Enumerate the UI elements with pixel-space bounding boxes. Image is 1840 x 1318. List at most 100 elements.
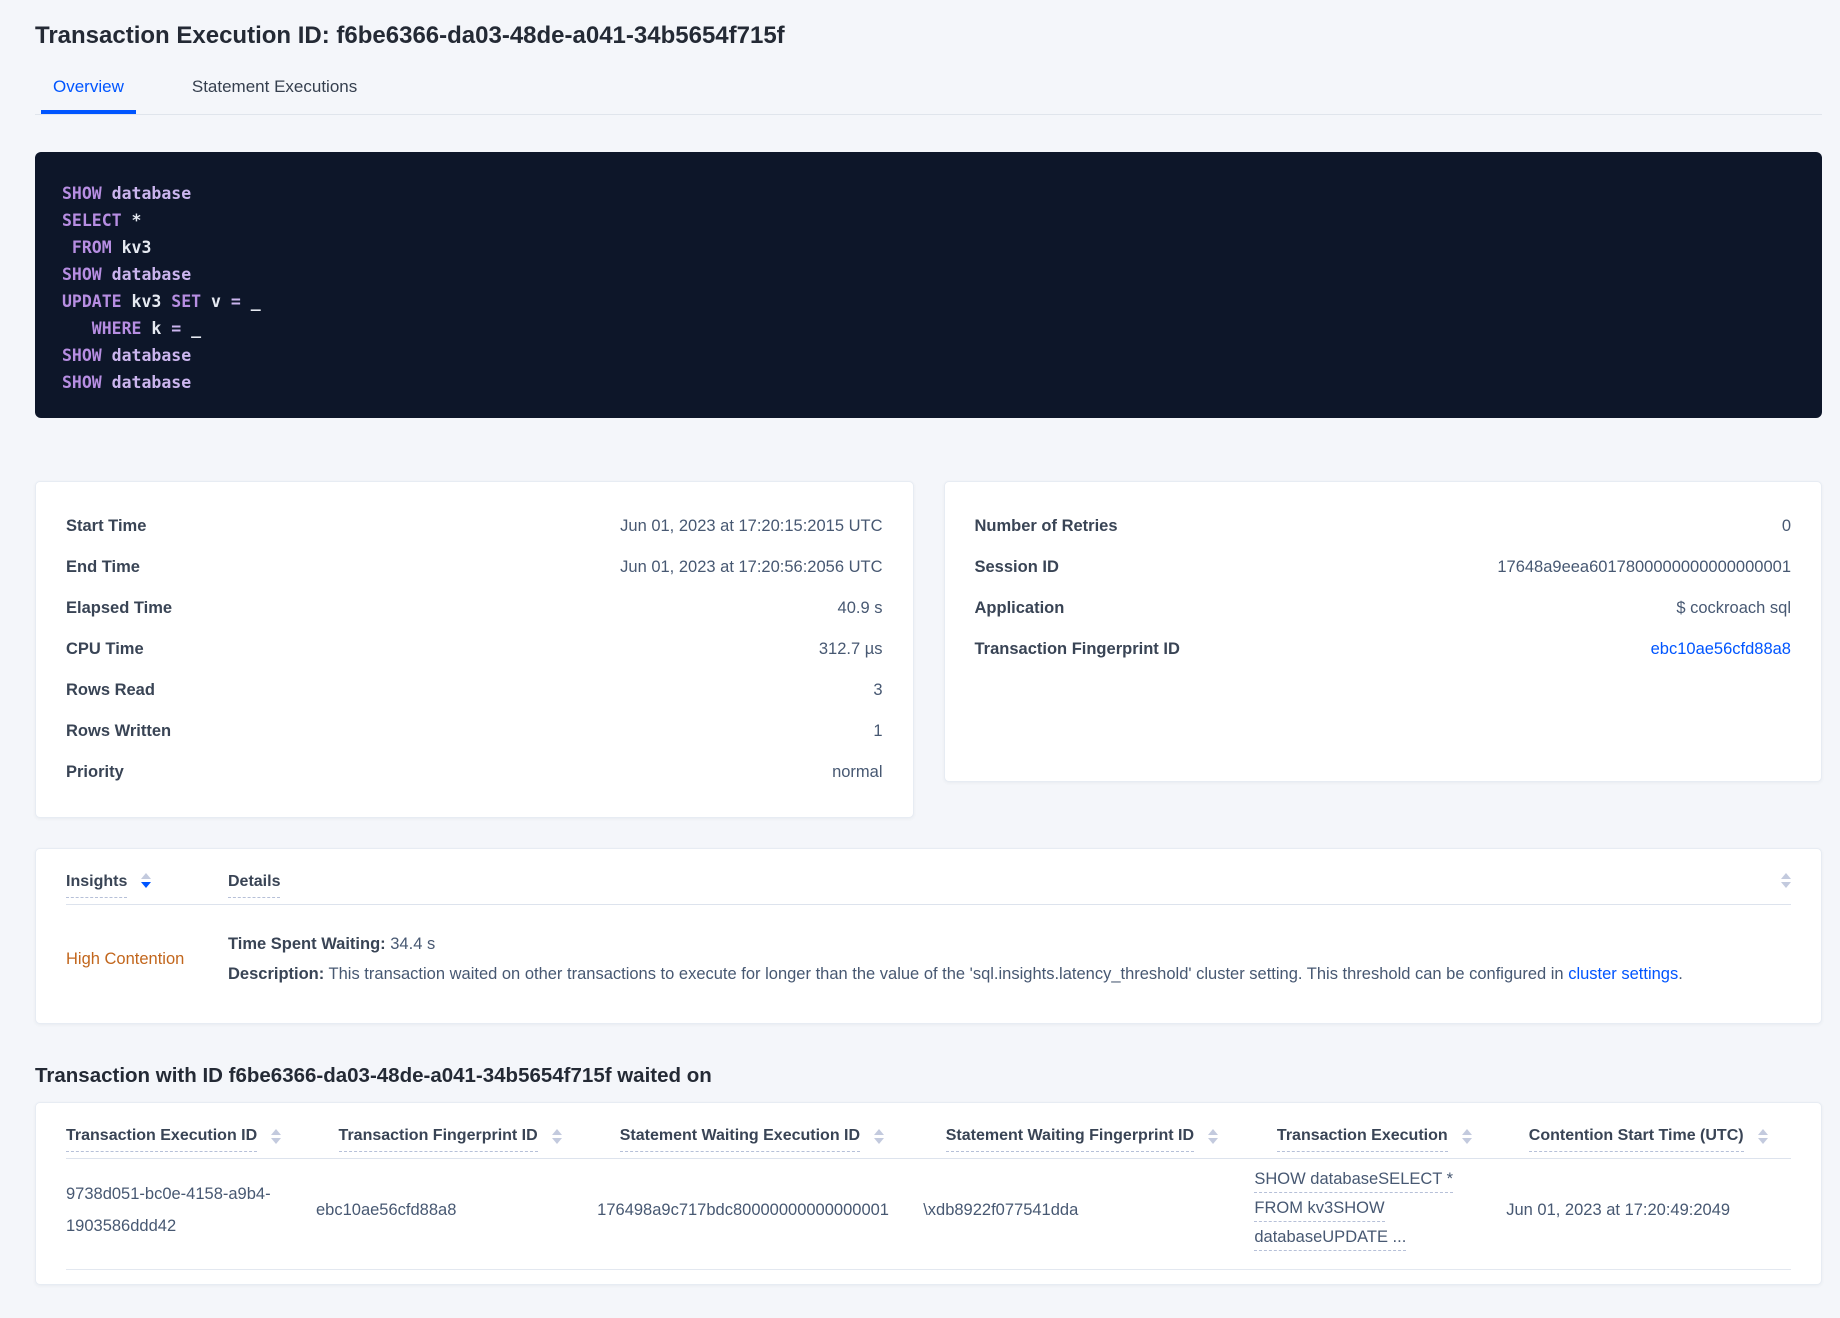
column-header-statement-waiting-execution-id: Statement Waiting Execution ID: [619, 1127, 946, 1152]
sort-arrows-icon[interactable]: [1757, 1129, 1768, 1144]
column-header-transaction-execution-id: Transaction Execution ID: [66, 1127, 339, 1152]
sort-arrows-icon[interactable]: [271, 1129, 282, 1144]
transaction-execution-preview-line[interactable]: SHOW databaseSELECT *: [1254, 1169, 1454, 1193]
sql-keyword: SET: [161, 292, 202, 311]
row-label: Rows Written: [66, 722, 172, 740]
column-header-label[interactable]: Details: [228, 873, 281, 898]
transaction-execution-page: Transaction Execution ID: f6be6366-da03-…: [0, 0, 1840, 1285]
sql-keyword: SELECT: [62, 211, 122, 230]
description-period: .: [1678, 965, 1683, 983]
summary-row: Start Time Jun 01, 2023 at 17:20:15:2015 …: [66, 506, 883, 547]
sql-keyword: UPDATE: [62, 292, 122, 311]
row-value: 312.7 µs: [818, 640, 883, 658]
sql-operator: =: [161, 319, 182, 338]
column-header-label[interactable]: Insights: [66, 873, 128, 898]
tab-statement-executions[interactable]: Statement Executions: [180, 77, 369, 114]
summary-cards-row: Start Time Jun 01, 2023 at 17:20:15:2015 …: [35, 481, 1822, 818]
cell-transaction-fingerprint-id: ebc10ae56cfd88a8: [316, 1201, 457, 1219]
column-header-details: Details: [228, 873, 1791, 898]
divider: [66, 1269, 1791, 1270]
row-label: Start Time: [66, 517, 147, 535]
sql-line: SHOW database: [62, 369, 1794, 396]
column-header-label[interactable]: Transaction Fingerprint ID: [338, 1127, 538, 1152]
sql-line: WHERE k = _: [62, 315, 1794, 342]
table-row: 9738d051-bc0e-4158-a9b4-1903586ddd42 ebc…: [66, 1169, 1791, 1251]
column-header-label[interactable]: Statement Waiting Execution ID: [619, 1127, 861, 1152]
column-header-label[interactable]: Transaction Execution ID: [66, 1127, 258, 1152]
sql-keyword: WHERE: [62, 319, 142, 338]
cell-transaction-execution-id: 9738d051-bc0e-4158-a9b4-1903586ddd42: [66, 1185, 271, 1235]
column-header-label[interactable]: Statement Waiting Fingerprint ID: [945, 1127, 1195, 1152]
sql-keyword-secondary: database: [101, 346, 192, 365]
sql-line: SELECT *: [62, 207, 1794, 234]
cell-statement-waiting-fingerprint-id: \xdb8922f077541dda: [923, 1201, 1079, 1219]
row-value: 3: [873, 681, 883, 699]
sql-operator: =: [220, 292, 241, 311]
time-spent-waiting: Time Spent Waiting: 34.4 s: [228, 929, 1791, 959]
summary-row: Transaction Fingerprint ID ebc10ae56cfd88…: [975, 629, 1792, 670]
sort-arrows-icon[interactable]: [1208, 1129, 1219, 1144]
column-header-label[interactable]: Transaction Execution: [1276, 1127, 1448, 1152]
summary-row: Rows Written 1: [66, 711, 883, 752]
waiting-label: Time Spent Waiting:: [228, 935, 386, 953]
insight-details: Time Spent Waiting: 34.4 s Description: …: [228, 929, 1791, 989]
row-label: Session ID: [974, 558, 1059, 576]
row-value: 40.9 s: [837, 599, 883, 617]
sort-arrows-icon[interactable]: [551, 1129, 562, 1144]
row-label: Rows Read: [66, 681, 155, 699]
row-value: normal: [832, 763, 883, 781]
transaction-execution-preview-line[interactable]: databaseUPDATE ...: [1254, 1227, 1407, 1251]
sql-text: k: [141, 319, 162, 338]
sort-arrows-icon[interactable]: [874, 1129, 885, 1144]
column-header-transaction-fingerprint-id: Transaction Fingerprint ID: [338, 1127, 620, 1152]
summary-row: End Time Jun 01, 2023 at 17:20:56:2056 UT…: [66, 547, 883, 588]
summary-row: Rows Read 3: [66, 670, 883, 711]
insights-table-header: Insights Details: [66, 873, 1791, 898]
sort-arrows-icon[interactable]: [1461, 1129, 1472, 1144]
sort-arrows-icon[interactable]: [1781, 873, 1791, 888]
row-value: Jun 01, 2023 at 17:20:15:2015 UTC: [620, 517, 883, 535]
insight-row: High Contention Time Spent Waiting: 34.4…: [66, 929, 1791, 989]
column-header-label[interactable]: Contention Start Time (UTC): [1528, 1127, 1744, 1152]
cell-statement-waiting-execution-id: 176498a9c717bdc80000000000000001: [597, 1201, 889, 1219]
sql-text: *: [121, 211, 142, 230]
column-header-contention-start-time: Contention Start Time (UTC): [1528, 1127, 1791, 1152]
sql-keyword: SHOW: [62, 373, 102, 392]
description-text: This transaction waited on other transac…: [324, 965, 1569, 983]
sql-keyword: SHOW: [62, 346, 102, 365]
cell-transaction-execution-preview[interactable]: SHOW databaseSELECT * FROM kv3SHOW datab…: [1254, 1169, 1506, 1251]
summary-row: Elapsed Time 40.9 s: [66, 588, 883, 629]
waited-on-table-header: Transaction Execution ID Transaction Fin…: [66, 1127, 1791, 1152]
tab-overview[interactable]: Overview: [41, 77, 136, 114]
execution-summary-card: Start Time Jun 01, 2023 at 17:20:15:2015 …: [35, 481, 914, 818]
session-summary-card: Number of Retries 0 Session ID 17648a9eea6…: [943, 481, 1822, 782]
row-label: Transaction Fingerprint ID: [974, 640, 1180, 658]
insight-type-badge: High Contention: [66, 949, 185, 968]
sql-keyword: FROM: [62, 238, 112, 257]
row-label: Number of Retries: [974, 517, 1118, 535]
sql-keyword-secondary: database: [101, 184, 192, 203]
sort-arrows-icon[interactable]: [141, 873, 152, 888]
summary-row: Number of Retries 0: [975, 506, 1792, 547]
page-title: Transaction Execution ID: f6be6366-da03-…: [35, 22, 785, 49]
description-label: Description:: [228, 965, 325, 983]
column-header-insights: Insights: [66, 873, 228, 898]
cluster-settings-link[interactable]: cluster settings: [1568, 965, 1678, 983]
sql-text: _: [240, 292, 261, 311]
sql-text: kv3: [121, 292, 162, 311]
waiting-value: 34.4 s: [385, 935, 436, 953]
sql-keyword: SHOW: [62, 265, 102, 284]
transaction-execution-preview-line[interactable]: FROM kv3SHOW: [1254, 1198, 1385, 1222]
sql-line: SHOW database: [62, 261, 1794, 288]
row-label: Priority: [66, 763, 124, 781]
waited-on-table-card: Transaction Execution ID Transaction Fin…: [35, 1102, 1822, 1285]
transaction-fingerprint-link[interactable]: ebc10ae56cfd88a8: [1651, 640, 1791, 659]
sql-keyword-secondary: database: [101, 373, 192, 392]
sql-text: _: [181, 319, 202, 338]
row-value: Jun 01, 2023 at 17:20:56:2056 UTC: [620, 558, 883, 576]
summary-row: Priority normal: [66, 752, 883, 793]
sql-keyword: SHOW: [62, 184, 102, 203]
row-label: End Time: [66, 558, 140, 576]
sql-text: kv3: [111, 238, 152, 257]
sql-line: UPDATE kv3 SET v = _: [62, 288, 1794, 315]
